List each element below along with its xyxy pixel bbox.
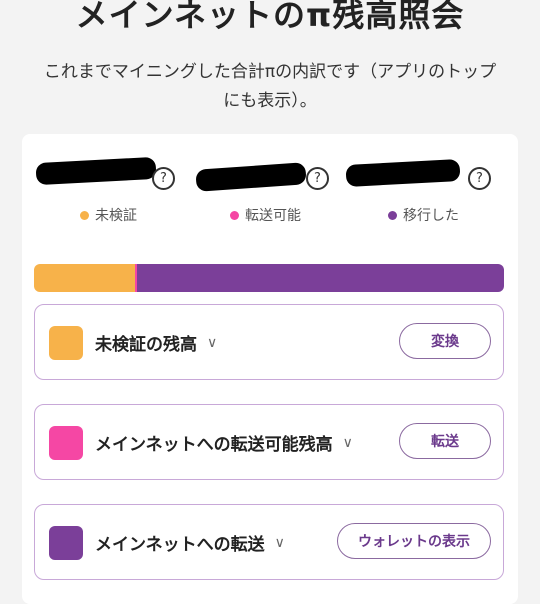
page-title: メインネットのπ残高照会 [75, 0, 465, 34]
legend-label: 転送可能 [245, 208, 301, 224]
color-swatch [49, 426, 83, 460]
color-swatch [49, 526, 83, 560]
progress-segment-migrated [137, 264, 504, 292]
transfer-button[interactable]: 転送 [399, 423, 491, 459]
chevron-down-icon[interactable]: ∨ [207, 335, 217, 351]
row-label-mainnet-transfer[interactable]: メインネットへの転送 ∨ [95, 530, 285, 555]
balance-progress-bar [34, 264, 504, 292]
convert-button[interactable]: 変換 [399, 323, 491, 359]
color-swatch [49, 326, 83, 360]
chevron-down-icon[interactable]: ∨ [343, 435, 353, 451]
row-label-unverified[interactable]: 未検証の残高 ∨ [95, 330, 217, 355]
view-wallet-button[interactable]: ウォレットの表示 [337, 523, 491, 559]
row-label-transferable[interactable]: メインネットへの転送可能残高 ∨ [95, 430, 353, 455]
progress-segment-unverified [34, 264, 136, 292]
page-description: これまでマイニングした合計πの内訳です（アプリのトップにも表示）。 [43, 62, 497, 111]
help-icon-migrated[interactable]: ? [468, 167, 491, 190]
legend-label: 未検証 [95, 208, 137, 224]
legend-dot-transferable [230, 210, 239, 220]
legend-dot-unverified [80, 210, 89, 220]
legend-transferable: 転送可能 [230, 205, 301, 225]
legend-label: 移行した [403, 208, 459, 224]
help-icon-transferable[interactable]: ? [306, 167, 329, 190]
chevron-down-icon[interactable]: ∨ [275, 535, 285, 551]
legend-dot-migrated [388, 210, 397, 220]
row-transferable-balance: メインネットへの転送可能残高 ∨ 転送 [34, 404, 504, 480]
legend-unverified: 未検証 [80, 205, 137, 225]
help-icon-unverified[interactable]: ? [152, 167, 175, 190]
row-mainnet-transfer: メインネットへの転送 ∨ ウォレットの表示 [34, 504, 504, 580]
row-unverified-balance: 未検証の残高 ∨ 変換 [34, 304, 504, 380]
legend-migrated: 移行した [388, 205, 459, 225]
